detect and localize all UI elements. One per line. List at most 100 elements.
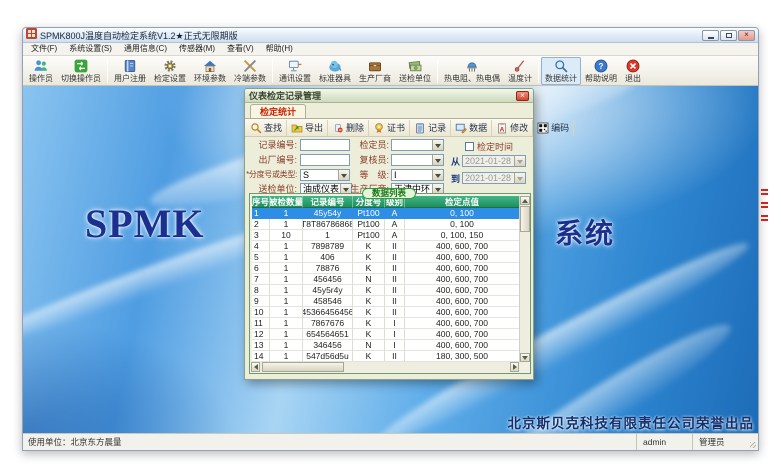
from-label: 从 bbox=[451, 156, 460, 168]
cell: K bbox=[353, 296, 385, 307]
barcode-button[interactable]: 编码 bbox=[533, 120, 574, 136]
col-header[interactable]: 序号 bbox=[252, 196, 270, 208]
table-row[interactable]: 10145366456456KII400, 600, 700 bbox=[252, 307, 520, 318]
tab-verification-statistics[interactable]: 检定统计 bbox=[250, 104, 306, 118]
cell: 1 bbox=[270, 307, 303, 318]
chevron-down-icon[interactable] bbox=[432, 155, 443, 165]
table-row[interactable]: 8145y5r4yKII400, 600, 700 bbox=[252, 285, 520, 296]
menu-system-settings[interactable]: 系统设置(S) bbox=[63, 43, 118, 55]
toolbar-environment-params[interactable]: 环境参数 bbox=[190, 57, 230, 85]
table-row[interactable]: 1145y54yPt100A0, 100 bbox=[252, 208, 520, 219]
col-header[interactable]: 被检数量 bbox=[270, 196, 303, 208]
verifier-combo[interactable] bbox=[391, 139, 444, 151]
horizontal-scroll-thumb[interactable] bbox=[262, 362, 344, 372]
table-row[interactable]: 21T8T86786868Pt100A0, 100 bbox=[252, 219, 520, 230]
table-row[interactable]: 51406KII400, 600, 700 bbox=[252, 252, 520, 263]
cell: 45y5r4y bbox=[303, 285, 353, 296]
factory-no-input[interactable] bbox=[300, 154, 350, 166]
col-header[interactable]: 检定点值 bbox=[405, 196, 520, 208]
table-row[interactable]: 3101Pt100A0, 100, 150 bbox=[252, 230, 520, 241]
table-row[interactable]: 71456456NII400, 600, 700 bbox=[252, 274, 520, 285]
time-filter-checkbox[interactable]: 检定时间 bbox=[465, 140, 513, 153]
toolbar-data-statistics[interactable]: 数据统计 bbox=[541, 57, 581, 85]
vertical-scroll-thumb[interactable] bbox=[520, 206, 530, 232]
from-date-combo[interactable]: 2021-01-28 bbox=[462, 155, 526, 167]
checkbox-icon[interactable] bbox=[465, 142, 474, 151]
help-icon: ? bbox=[593, 58, 609, 74]
col-header[interactable]: 记录编号 bbox=[303, 196, 353, 208]
toolbar-verification-settings[interactable]: 检定设置 bbox=[150, 57, 190, 85]
grade-combo[interactable]: I bbox=[391, 169, 444, 181]
scroll-up-icon[interactable] bbox=[520, 196, 530, 205]
cell: 1 bbox=[270, 318, 303, 329]
table-row[interactable]: 6178876KII400, 600, 700 bbox=[252, 263, 520, 274]
minimize-icon[interactable] bbox=[702, 30, 719, 41]
chevron-down-icon[interactable] bbox=[514, 156, 525, 166]
table-row[interactable]: 1117867676KI400, 600, 700 bbox=[252, 318, 520, 329]
find-button[interactable]: 查找 bbox=[246, 120, 287, 136]
toolbar-standard-instrument[interactable]: 标准器具 bbox=[315, 57, 355, 85]
toolbar-exit[interactable]: 退出 bbox=[621, 57, 645, 85]
toolbar-thermometer[interactable]: 温度计 bbox=[504, 57, 536, 85]
cell: 406 bbox=[303, 252, 353, 263]
cell: 10 bbox=[252, 307, 270, 318]
horizontal-scrollbar[interactable] bbox=[251, 362, 519, 372]
cell: K bbox=[353, 252, 385, 263]
toolbar-client-unit[interactable]: 送检单位 bbox=[395, 57, 435, 85]
chevron-down-icon[interactable] bbox=[432, 170, 443, 180]
cell: 400, 600, 700 bbox=[405, 241, 520, 252]
toolbar-manufacturer[interactable]: 生产厂商 bbox=[355, 57, 395, 85]
factory-no-label: 出厂编号: bbox=[245, 154, 297, 166]
menu-view[interactable]: 查看(V) bbox=[221, 43, 260, 55]
window-controls: × bbox=[702, 30, 755, 41]
cell: 78876 bbox=[303, 263, 353, 274]
chevron-down-icon[interactable] bbox=[514, 173, 525, 183]
toolbar-label: 数据统计 bbox=[545, 75, 577, 83]
resize-grip[interactable] bbox=[748, 434, 758, 450]
toolbar-user-register[interactable]: 用户注册 bbox=[110, 57, 150, 85]
dialog-close-icon[interactable]: × bbox=[516, 91, 529, 101]
scroll-left-icon[interactable] bbox=[251, 362, 260, 372]
toolbar-help[interactable]: ? 帮助说明 bbox=[581, 57, 621, 85]
cell: 456456 bbox=[303, 274, 353, 285]
table-row[interactable]: 91458546KII400, 600, 700 bbox=[252, 296, 520, 307]
toolbar-cold-junction-params[interactable]: 冷端参数 bbox=[230, 57, 270, 85]
record-no-input[interactable] bbox=[300, 139, 350, 151]
menu-common-info[interactable]: 通用信息(C) bbox=[118, 43, 173, 55]
scroll-down-icon[interactable] bbox=[520, 353, 530, 362]
menu-sensor[interactable]: 传感器(M) bbox=[173, 43, 221, 55]
cell: 14 bbox=[252, 351, 270, 362]
delete-button[interactable]: 删除 bbox=[328, 120, 369, 136]
app-titlebar[interactable]: SPMK800J温度自动检定系统V1.2★正式无限期版 × bbox=[23, 28, 758, 43]
cell: 4 bbox=[252, 241, 270, 252]
menu-help[interactable]: 帮助(H) bbox=[260, 43, 299, 55]
scroll-right-icon[interactable] bbox=[510, 362, 519, 372]
data-button[interactable]: 数据 bbox=[451, 120, 492, 136]
toolbar-comm-settings[interactable]: 通讯设置 bbox=[275, 57, 315, 85]
to-date-combo[interactable]: 2021-01-28 bbox=[462, 172, 526, 184]
reviewer-combo[interactable] bbox=[391, 154, 444, 166]
toolbar-rtd-thermocouple[interactable]: 热电阻、热电偶 bbox=[440, 57, 504, 85]
table-row[interactable]: 141547d56d5uKII180, 300, 500 bbox=[252, 351, 520, 362]
chevron-down-icon[interactable] bbox=[432, 140, 443, 150]
record-button[interactable]: 记录 bbox=[410, 120, 451, 136]
vertical-scrollbar[interactable] bbox=[519, 196, 529, 362]
cell: 400, 600, 700 bbox=[405, 318, 520, 329]
table-row[interactable]: 417898789KII400, 600, 700 bbox=[252, 241, 520, 252]
scale-type-combo[interactable]: S bbox=[300, 169, 350, 181]
export-button[interactable]: 导出 bbox=[287, 120, 328, 136]
credit-banner: 北京斯贝克科技有限责任公司荣誉出品 bbox=[508, 412, 755, 432]
close-icon[interactable]: × bbox=[738, 30, 755, 41]
toolbar-label: 冷端参数 bbox=[234, 75, 266, 83]
table-row[interactable]: 131346456NI400, 600, 700 bbox=[252, 340, 520, 351]
table-row[interactable]: 121654564651KI400, 600, 700 bbox=[252, 329, 520, 340]
chevron-down-icon[interactable] bbox=[338, 170, 349, 180]
menu-file[interactable]: 文件(F) bbox=[25, 43, 63, 55]
user-register-icon bbox=[122, 58, 138, 74]
dialog-titlebar[interactable]: 仪表检定记录管理 × bbox=[245, 89, 533, 103]
toolbar-switch-operator[interactable]: 切换操作员 bbox=[57, 57, 105, 85]
maximize-icon[interactable] bbox=[720, 30, 737, 41]
certificate-button[interactable]: 证书 bbox=[369, 120, 410, 136]
modify-button[interactable]: A 修改 bbox=[492, 120, 533, 136]
toolbar-operator[interactable]: 操作员 bbox=[25, 57, 57, 85]
